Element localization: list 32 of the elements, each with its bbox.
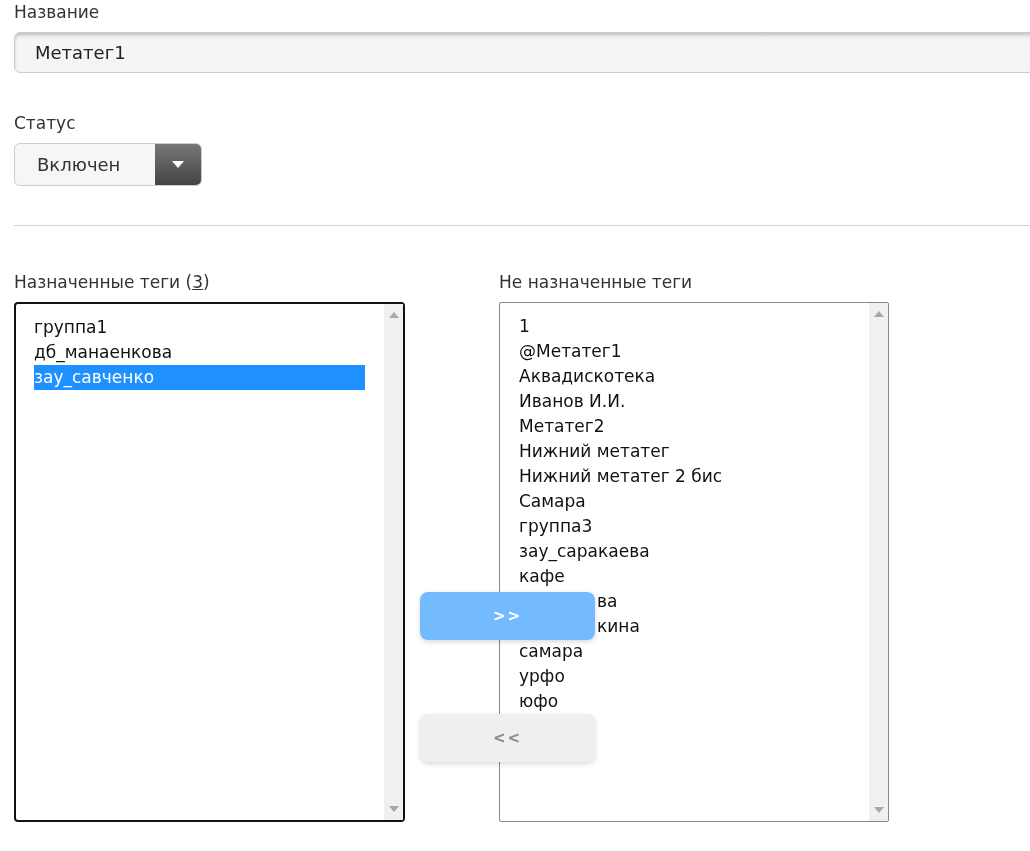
scroll-up-icon[interactable] [388,312,399,318]
list-item[interactable]: Нижний метатег 2 бис [519,464,723,489]
list-item[interactable]: Метатег2 [519,414,605,439]
list-item[interactable]: Самара [519,489,586,514]
status-select[interactable]: Включен [14,143,202,186]
list-item[interactable]: зау_саракаева [519,539,650,564]
list-item[interactable]: юфо [519,689,559,714]
scrollbar[interactable] [384,304,403,820]
scrollbar[interactable] [869,303,888,821]
list-item[interactable]: 1 [519,314,530,339]
list-item[interactable]: группа3 [519,514,593,539]
list-item[interactable]: группа1 [34,315,365,340]
list-title: Не назначенные теги [499,271,694,294]
list-item[interactable]: Иванов И.И. [519,389,626,414]
list-item[interactable]: @Метатег1 [519,339,622,364]
name-input[interactable]: Метатег1 [14,32,1030,73]
list-item[interactable]: кафе [519,564,565,589]
scroll-up-icon[interactable] [873,311,884,317]
list-item[interactable]: Аквадискотека [519,364,656,389]
list-item[interactable]: кина [597,614,640,639]
scroll-down-icon[interactable] [388,806,399,812]
scroll-down-icon[interactable] [873,807,884,813]
list-item[interactable]: урфо [519,664,565,689]
assigned-tags-list[interactable]: группа1 дб_манаенкова зау_савченко [14,302,405,822]
list-item[interactable]: ва [597,589,618,614]
list-item[interactable]: самара [519,639,584,664]
field-label: Название [14,1,100,24]
field-label: Статус [14,112,76,135]
list-title: Назначенные теги (3) [14,271,211,294]
list-item[interactable]: Нижний метатег [519,439,670,464]
list-item[interactable]: дб_манаенкова [34,340,365,365]
caret-icon [172,161,184,168]
